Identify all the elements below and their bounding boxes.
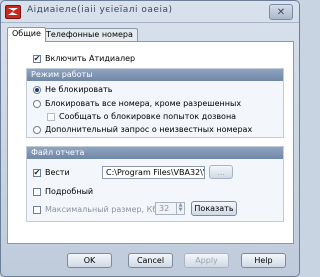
notify-blocking-checkbox[interactable]	[47, 112, 55, 121]
enable-antidialer-row[interactable]: ✔ Включить Атидиалер	[33, 54, 135, 63]
mode-no-block-radio[interactable]	[33, 85, 41, 94]
mode-group-header: Режим работы	[27, 69, 283, 81]
mode-block-all-label: Блокировать все номера, кроме разрешенны…	[45, 99, 242, 108]
mode-block-all-radio[interactable]	[33, 99, 41, 108]
notify-blocking-row[interactable]: Сообщать о блокировке попыток дозвона	[47, 112, 236, 121]
settings-dialog: Аідиаіеле(іаіі уєіеїалі оаеіа) ✕ Общие Т…	[0, 0, 300, 277]
report-file-group: Файл отчета ✔ Вести C:\Program Files\VBA…	[26, 146, 284, 222]
log-path-input[interactable]: C:\Program Files\VBA32\V	[102, 166, 205, 179]
enable-antidialer-label: Включить Атидиалер	[45, 54, 136, 63]
checkmark-icon: ✔	[33, 53, 41, 63]
log-checkbox[interactable]: ✔	[33, 167, 41, 177]
radio-selected-dot	[35, 87, 39, 92]
max-size-label: Максимальный размер, Кб	[45, 205, 158, 214]
checkmark-icon: ✔	[33, 167, 41, 177]
apply-button[interactable]: Apply	[184, 253, 229, 268]
mode-option-extra-query[interactable]: Дополнительный запрос о неизвестных номе…	[33, 125, 252, 134]
log-label: Вести	[45, 168, 70, 177]
mode-extra-query-radio[interactable]	[33, 125, 41, 134]
detailed-label: Подробный	[45, 187, 94, 196]
mode-no-block-label: Не блокировать	[45, 85, 113, 94]
max-size-checkbox[interactable]	[33, 205, 41, 214]
enable-antidialer-checkbox[interactable]: ✔	[33, 53, 41, 63]
mode-group: Режим работы Не блокировать Блокировать …	[26, 68, 284, 138]
max-size-row[interactable]: Максимальный размер, Кб	[33, 205, 157, 214]
mode-option-no-block[interactable]: Не блокировать	[33, 85, 112, 94]
title-bar[interactable]: Аідиаіеле(іаіі уєіеїалі оаеіа) ✕	[1, 1, 299, 23]
tab-phone-numbers[interactable]: Телефонные номера	[41, 28, 138, 41]
close-button[interactable]: ✕	[269, 4, 293, 20]
help-button[interactable]: Help	[241, 253, 286, 268]
close-icon: ✕	[276, 6, 286, 18]
window-title: Аідиаіеле(іаіі уєіеїалі оаеіа)	[27, 5, 173, 15]
spinner-arrows-icon[interactable]: ▲ ▼	[176, 203, 184, 214]
mode-extra-query-label: Дополнительный запрос о неизвестных номе…	[45, 125, 253, 134]
ok-button[interactable]: OK	[67, 253, 112, 268]
cancel-button[interactable]: Cancel	[128, 253, 173, 268]
max-size-value: 32	[159, 204, 170, 213]
detailed-row[interactable]: Подробный	[33, 187, 93, 196]
notify-blocking-label: Сообщать о блокировке попыток дозвона	[59, 112, 237, 121]
log-row[interactable]: ✔ Вести	[33, 168, 70, 177]
tab-panel-general: ✔ Включить Атидиалер Режим работы Не бло…	[7, 41, 294, 244]
detailed-checkbox[interactable]	[33, 187, 41, 196]
browse-button[interactable]: ...	[209, 165, 233, 179]
report-group-header: Файл отчета	[27, 147, 283, 159]
tab-general[interactable]: Общие	[7, 27, 46, 42]
show-button[interactable]: Показать	[191, 201, 237, 216]
mode-option-block-all[interactable]: Блокировать все номера, кроме разрешенны…	[33, 99, 241, 108]
app-logo-icon	[5, 5, 21, 19]
max-size-spinner[interactable]: 32 ▲ ▼	[155, 202, 185, 215]
